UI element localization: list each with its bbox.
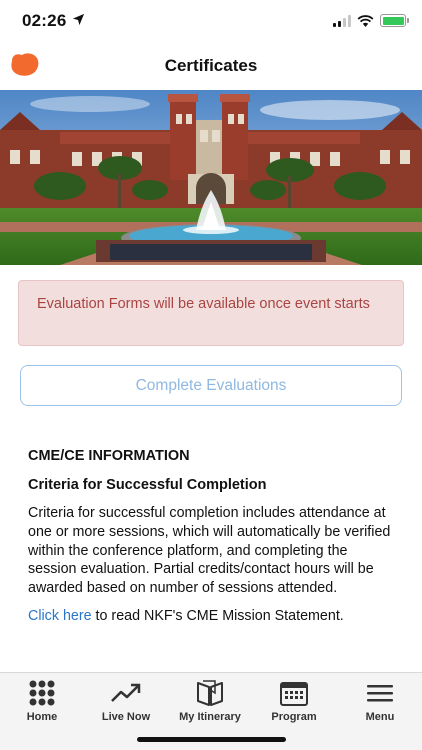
home-indicator[interactable] — [137, 737, 286, 742]
criteria-body: Criteria for successful completion inclu… — [28, 505, 391, 597]
tab-label: Program — [271, 711, 317, 723]
status-time: 02:26 — [22, 11, 67, 30]
location-arrow-icon — [72, 13, 85, 26]
cellular-signal-icon — [333, 14, 351, 27]
battery-icon — [380, 14, 409, 27]
tab-label: Menu — [365, 711, 395, 723]
tab-label: Home — [26, 711, 58, 723]
page-title: Certificates — [164, 56, 258, 75]
grid-dots-icon — [29, 680, 55, 706]
cme-info-section: CME/CE INFORMATION Criteria for Successf… — [28, 448, 398, 626]
wifi-icon — [357, 14, 374, 27]
mission-statement-text: to read NKF's CME Mission Statement. — [91, 607, 344, 624]
tab-my-itinerary[interactable]: My Itinerary — [168, 679, 252, 723]
trend-arrow-icon — [111, 683, 141, 702]
book-open-icon — [197, 680, 223, 706]
tab-menu[interactable]: Menu — [338, 679, 422, 723]
tab-home[interactable]: Home — [0, 679, 84, 723]
calendar-icon — [280, 682, 308, 706]
evaluation-availability-alert: Evaluation Forms will be available once … — [18, 280, 404, 346]
tab-program[interactable]: Program — [252, 679, 336, 723]
hamburger-icon — [367, 685, 393, 702]
hero-image — [0, 90, 422, 265]
tab-label: Live Now — [101, 711, 151, 723]
status-icons — [333, 14, 409, 27]
nav-header: Certificates — [0, 42, 422, 90]
cme-info-heading: CME/CE INFORMATION — [28, 448, 190, 464]
click-here-link[interactable]: Click here — [28, 608, 92, 624]
complete-evaluations-button[interactable]: Complete Evaluations — [20, 365, 402, 406]
tab-live-now[interactable]: Live Now — [84, 679, 168, 723]
criteria-heading: Criteria for Successful Completion — [28, 477, 267, 493]
tab-label: My Itinerary — [179, 711, 241, 723]
mission-statement-line: Click here to read NKF's CME Mission Sta… — [28, 607, 398, 626]
status-bar: 02:26 — [0, 0, 422, 42]
